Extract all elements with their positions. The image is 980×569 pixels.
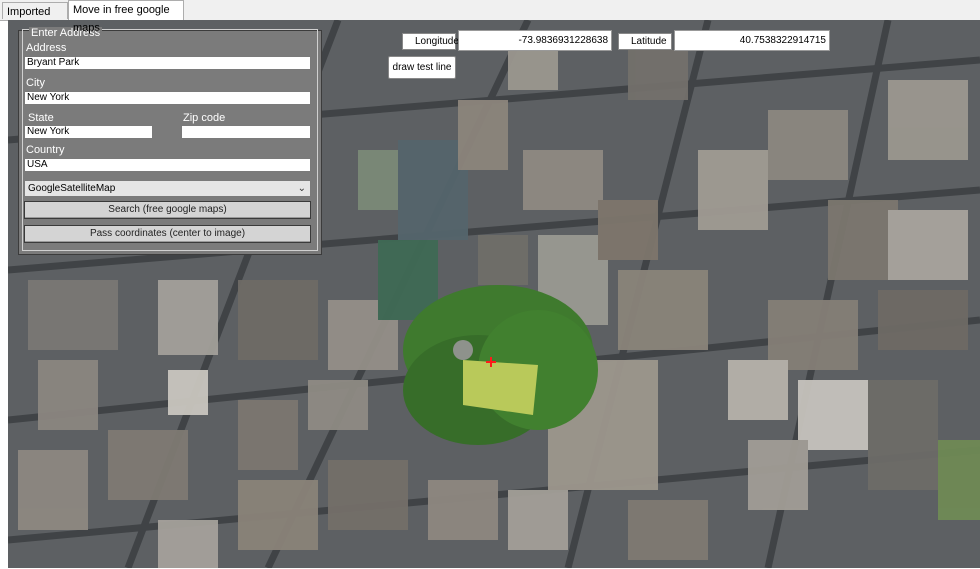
address-field[interactable]: Bryant Park (24, 56, 311, 70)
city-label: City (26, 77, 45, 89)
tab-move-in-free-google-maps[interactable]: Move in free google maps (68, 0, 184, 34)
zip-code-label: Zip code (183, 112, 226, 124)
draw-test-line-button[interactable]: draw test line (388, 56, 456, 79)
state-label: State (28, 112, 54, 124)
pass-coordinates-button[interactable]: Pass coordinates (center to image) (24, 225, 311, 243)
longitude-label: Longitude (402, 33, 459, 50)
chevron-down-icon: ⌄ (297, 183, 306, 194)
address-label: Address (26, 42, 67, 54)
map-type-dropdown[interactable]: GoogleSatelliteMap ⌄ (24, 180, 311, 197)
search-button[interactable]: Search (free google maps) (24, 201, 311, 219)
country-label: Country (26, 144, 65, 156)
country-field[interactable]: USA (24, 158, 311, 172)
zip-code-field[interactable] (181, 125, 311, 139)
state-field[interactable]: New York (24, 125, 153, 139)
tab-strip: Imported Map Move in free google maps (0, 0, 980, 36)
longitude-value: -73.9836931228638 (458, 30, 612, 51)
crosshair-icon (486, 357, 496, 367)
city-field[interactable]: New York (24, 91, 311, 105)
tab-imported-map[interactable]: Imported Map (2, 2, 68, 36)
latitude-label: Latitude (618, 33, 672, 50)
latitude-value: 40.7538322914715 (674, 30, 830, 51)
map-type-selected: GoogleSatelliteMap (28, 183, 116, 194)
